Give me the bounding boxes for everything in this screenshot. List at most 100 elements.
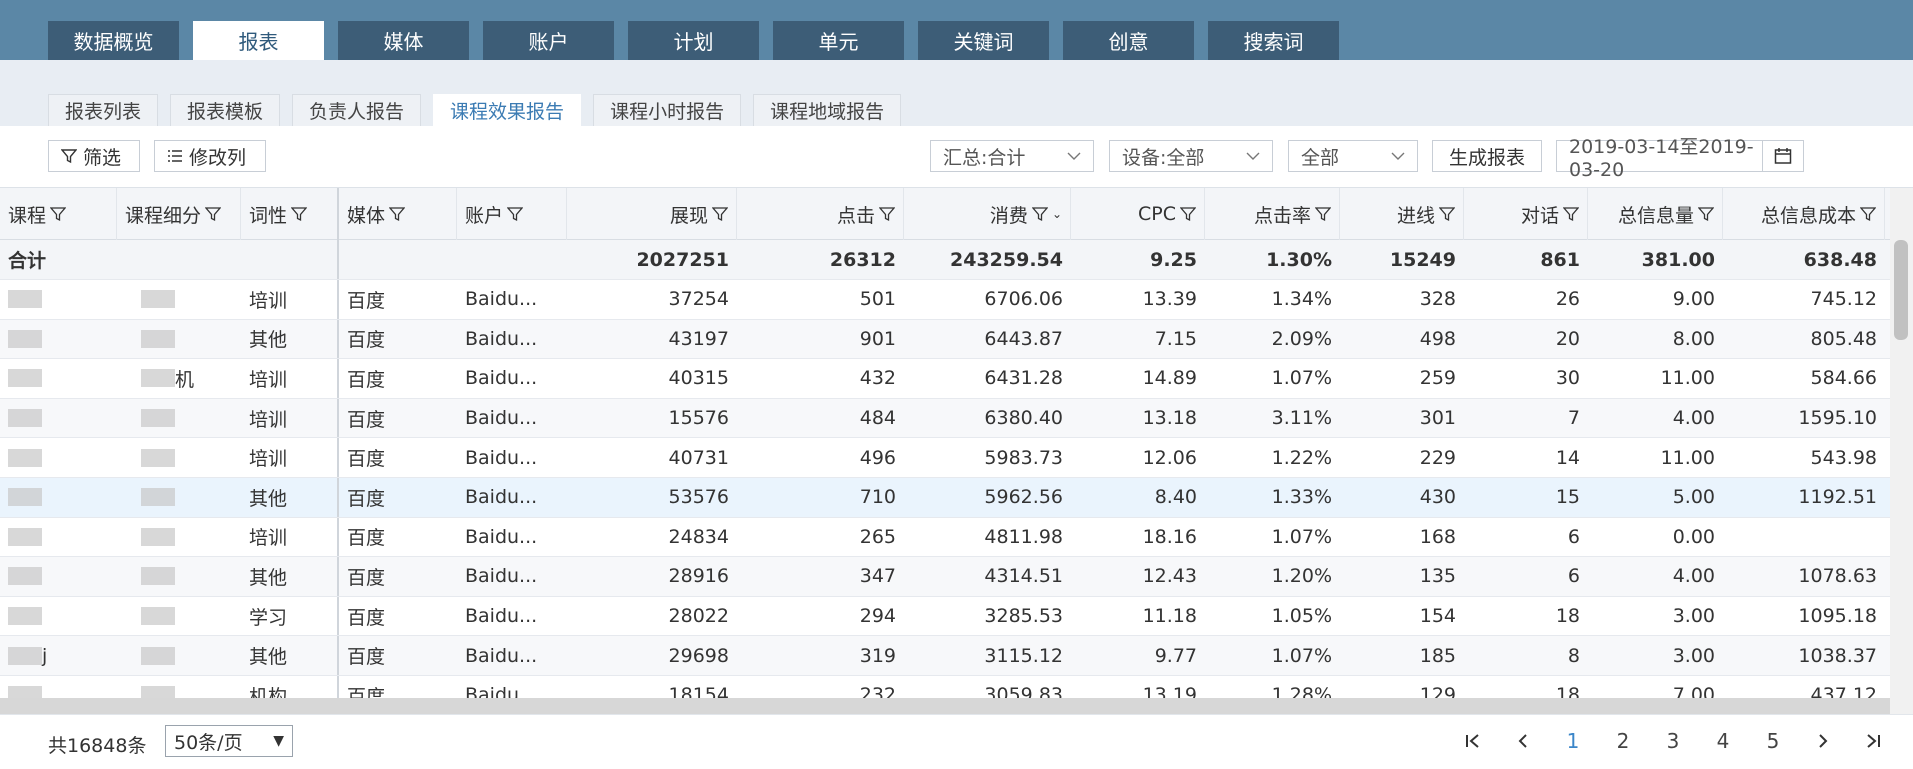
account-cell: Baidu... bbox=[465, 644, 538, 667]
tab-0[interactable]: 数据概览 bbox=[48, 21, 179, 60]
filter-icon[interactable] bbox=[879, 206, 895, 222]
column-header-label: 总信息成本 bbox=[1760, 204, 1856, 227]
table-row[interactable]: 机构 百度 Baidu... 18154 232 3059.83 13.19 1.28% 129… bbox=[0, 675, 1890, 698]
edit-columns-button[interactable]: 修改列 bbox=[154, 140, 266, 172]
page-number[interactable]: 3 bbox=[1648, 725, 1698, 757]
table-row[interactable]: 培训 百度 Baidu... 24834 265 4811.98 18.16 1.07% 168… bbox=[0, 517, 1890, 558]
filter-icon[interactable] bbox=[1180, 206, 1196, 222]
tab-2[interactable]: 媒体 bbox=[338, 21, 469, 60]
media-cell: 百度 bbox=[347, 408, 386, 431]
column-header-label: 媒体 bbox=[347, 204, 386, 227]
table-row[interactable]: 其他 百度 Baidu... 43197 901 6443.87 7.15 2.09% 498 2… bbox=[0, 319, 1890, 360]
column-header-7[interactable]: 消费 ⌄ bbox=[904, 188, 1071, 240]
page-number[interactable]: 2 bbox=[1598, 725, 1648, 757]
filter-icon[interactable] bbox=[291, 206, 308, 222]
metric-cell: 8.00 bbox=[1672, 327, 1715, 350]
subtab-5[interactable]: 课程地域报告 bbox=[753, 94, 902, 126]
column-header-4[interactable]: 账户 bbox=[457, 188, 567, 240]
calendar-button[interactable] bbox=[1762, 141, 1803, 171]
metric-cell: 0.00 bbox=[1672, 525, 1715, 548]
metric-cell: 40315 bbox=[668, 367, 729, 390]
prev-page-button[interactable] bbox=[1498, 725, 1548, 757]
subtab-2[interactable]: 负责人报告 bbox=[292, 94, 422, 126]
filter-icon[interactable] bbox=[1031, 206, 1048, 222]
page-number[interactable]: 5 bbox=[1748, 725, 1798, 757]
tab-3[interactable]: 账户 bbox=[483, 21, 614, 60]
tab-8[interactable]: 搜索词 bbox=[1208, 21, 1339, 60]
filter-icon[interactable] bbox=[1315, 206, 1331, 222]
table-row[interactable]: j 其他 百度 Baidu... 29698 319 3115.12 9.77 1.07% 185… bbox=[0, 636, 1890, 676]
summary-select-value: 汇总:合计 bbox=[943, 146, 1026, 169]
table-row[interactable]: 培训 百度 Baidu... 15576 484 6380.40 13.18 3.11% 301… bbox=[0, 398, 1890, 439]
column-header-label: 点击率 bbox=[1253, 204, 1311, 227]
column-header-0[interactable]: 课程 bbox=[0, 188, 117, 240]
subtab-4[interactable]: 课程小时报告 bbox=[593, 94, 742, 126]
date-range-picker[interactable]: 2019-03-14至2019-03-20 bbox=[1556, 136, 1804, 181]
column-header-9[interactable]: 点击率 bbox=[1205, 188, 1340, 240]
column-header-2[interactable]: 词性 bbox=[241, 188, 339, 240]
total-cell: 638.48 bbox=[1803, 248, 1877, 271]
device-select-value: 设备:全部 bbox=[1122, 146, 1205, 169]
filter-button[interactable]: 筛选 bbox=[48, 140, 140, 172]
table-row[interactable]: 学习 百度 Baidu... 28022 294 3285.53 11.18 1.05% 154… bbox=[0, 596, 1890, 637]
course-cell bbox=[0, 676, 117, 698]
course-cell bbox=[0, 518, 117, 557]
tab-5[interactable]: 单元 bbox=[773, 21, 904, 60]
filter-icon[interactable] bbox=[205, 206, 222, 222]
metric-cell: 135 bbox=[1419, 565, 1456, 588]
tab-1[interactable]: 报表 bbox=[193, 21, 324, 60]
vertical-scrollbar[interactable] bbox=[1890, 188, 1913, 714]
metric-cell: 805.48 bbox=[1810, 327, 1877, 350]
metric-cell: 9.77 bbox=[1154, 644, 1197, 667]
column-header-3[interactable]: 媒体 bbox=[339, 188, 457, 240]
column-header-10[interactable]: 进线 bbox=[1340, 188, 1464, 240]
filter-icon[interactable] bbox=[1860, 206, 1876, 222]
account-cell: Baidu... bbox=[465, 605, 538, 628]
horizontal-scrollbar[interactable] bbox=[0, 698, 1890, 714]
metric-cell: 15576 bbox=[668, 407, 729, 430]
scrollbar-thumb[interactable] bbox=[1894, 240, 1908, 340]
page-size-select[interactable]: 50条/页 ▼ bbox=[165, 725, 293, 757]
course-cell bbox=[0, 597, 117, 636]
scope-select[interactable]: 全部 bbox=[1288, 140, 1418, 172]
column-header-13[interactable]: 总信息成本 bbox=[1723, 188, 1885, 240]
summary-select[interactable]: 汇总:合计 bbox=[930, 140, 1094, 172]
page-number[interactable]: 4 bbox=[1698, 725, 1748, 757]
media-cell: 百度 bbox=[347, 368, 386, 391]
column-header-5[interactable]: 展现 bbox=[567, 188, 737, 240]
sort-desc-icon[interactable]: ⌄ bbox=[1052, 207, 1062, 221]
metric-cell: 437.12 bbox=[1810, 684, 1877, 698]
column-header-8[interactable]: CPC bbox=[1071, 188, 1205, 240]
page-size-value: 50条/页 bbox=[174, 731, 243, 754]
filter-icon[interactable] bbox=[712, 206, 728, 222]
table-row[interactable]: 其他 百度 Baidu... 53576 710 5962.56 8.40 1.33% 430 1… bbox=[0, 477, 1890, 518]
table-row[interactable]: 其他 百度 Baidu... 28916 347 4314.51 12.43 1.20% 135… bbox=[0, 557, 1890, 597]
filter-icon[interactable] bbox=[1439, 206, 1455, 222]
subtab-3[interactable]: 课程效果报告 bbox=[433, 94, 582, 126]
generate-report-button[interactable]: 生成报表 bbox=[1432, 140, 1542, 172]
table-row[interactable]: 机 培训 百度 Baidu... 40315 432 6431.28 14.89 1.07% 25… bbox=[0, 359, 1890, 399]
subtab-1[interactable]: 报表模板 bbox=[170, 94, 281, 126]
page-number[interactable]: 1 bbox=[1548, 725, 1598, 757]
last-page-button[interactable] bbox=[1848, 725, 1898, 757]
first-page-button[interactable] bbox=[1448, 725, 1498, 757]
filter-icon[interactable] bbox=[389, 206, 406, 222]
column-header-1[interactable]: 课程细分 bbox=[117, 188, 241, 240]
filter-icon[interactable] bbox=[507, 206, 524, 222]
column-header-12[interactable]: 总信息量 bbox=[1588, 188, 1723, 240]
column-header-11[interactable]: 对话 bbox=[1464, 188, 1588, 240]
filter-icon[interactable] bbox=[1698, 206, 1714, 222]
metric-cell: 5983.73 bbox=[984, 446, 1063, 469]
table-row[interactable]: 培训 百度 Baidu... 37254 501 6706.06 13.39 1.34% 328… bbox=[0, 280, 1890, 320]
metric-cell: 18.16 bbox=[1142, 525, 1197, 548]
tab-4[interactable]: 计划 bbox=[628, 21, 759, 60]
next-page-button[interactable] bbox=[1798, 725, 1848, 757]
device-select[interactable]: 设备:全部 bbox=[1109, 140, 1273, 172]
tab-7[interactable]: 创意 bbox=[1063, 21, 1194, 60]
subtab-0[interactable]: 报表列表 bbox=[48, 94, 159, 126]
filter-icon[interactable] bbox=[1563, 206, 1579, 222]
column-header-6[interactable]: 点击 bbox=[737, 188, 904, 240]
tab-6[interactable]: 关键词 bbox=[918, 21, 1049, 60]
table-row[interactable]: 培训 百度 Baidu... 40731 496 5983.73 12.06 1.22% 229… bbox=[0, 438, 1890, 478]
filter-icon[interactable] bbox=[50, 206, 67, 222]
